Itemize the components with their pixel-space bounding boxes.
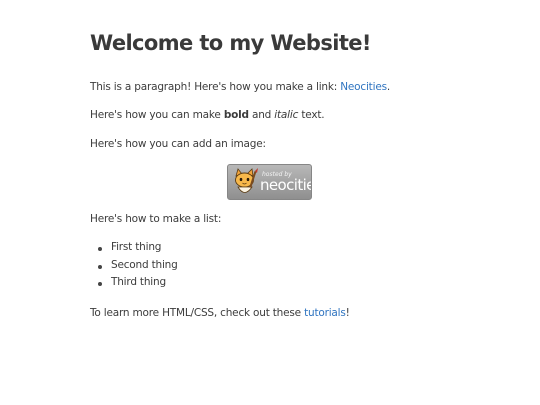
paragraph-link-end: .: [386, 81, 390, 93]
bullet-icon: [98, 264, 102, 269]
italic-text: italic: [274, 109, 299, 121]
badge-neocities-text: neocities: [260, 176, 311, 194]
tutorials-end: !: [345, 307, 350, 319]
page-content: Welcome to my Website! This is a paragra…: [0, 0, 540, 405]
list-item: First thing: [90, 241, 178, 259]
list-item-label: Third thing: [111, 276, 166, 288]
paragraph-link: This is a paragraph! Here's how you make…: [90, 81, 390, 93]
tutorials-text: To learn more HTML/CSS, check out these: [90, 307, 305, 319]
list-item-label: First thing: [111, 241, 162, 253]
bullet-icon: [98, 247, 102, 251]
list-item: Third thing: [90, 276, 178, 294]
tutorials-link[interactable]: tutorials: [304, 307, 346, 319]
formatting-end: text.: [298, 109, 325, 121]
list-item-label: Second thing: [111, 258, 178, 271]
paragraph-link-text: This is a paragraph! Here's how you make…: [90, 81, 341, 93]
neocities-link[interactable]: Neocities: [340, 81, 387, 93]
neocities-cat-icon: [235, 168, 258, 193]
list-item: Second thing: [90, 259, 178, 277]
paragraph-image: Here's how you can add an image:: [90, 138, 266, 150]
page-title: Welcome to my Website!: [90, 31, 371, 55]
paragraph-formatting: Here's how you can make bold and italic …: [90, 109, 325, 121]
bullet-icon: [98, 282, 102, 286]
formatting-mid: and: [248, 109, 275, 121]
example-list: First thing Second thing Third thing: [90, 241, 178, 294]
bold-text: bold: [223, 109, 249, 121]
hosted-by-neocities-badge: hosted by neocities: [227, 164, 312, 200]
formatting-pre: Here's how you can make: [90, 109, 224, 121]
paragraph-list: Here's how to make a list:: [90, 213, 222, 225]
paragraph-tutorials: To learn more HTML/CSS, check out these …: [90, 307, 350, 319]
